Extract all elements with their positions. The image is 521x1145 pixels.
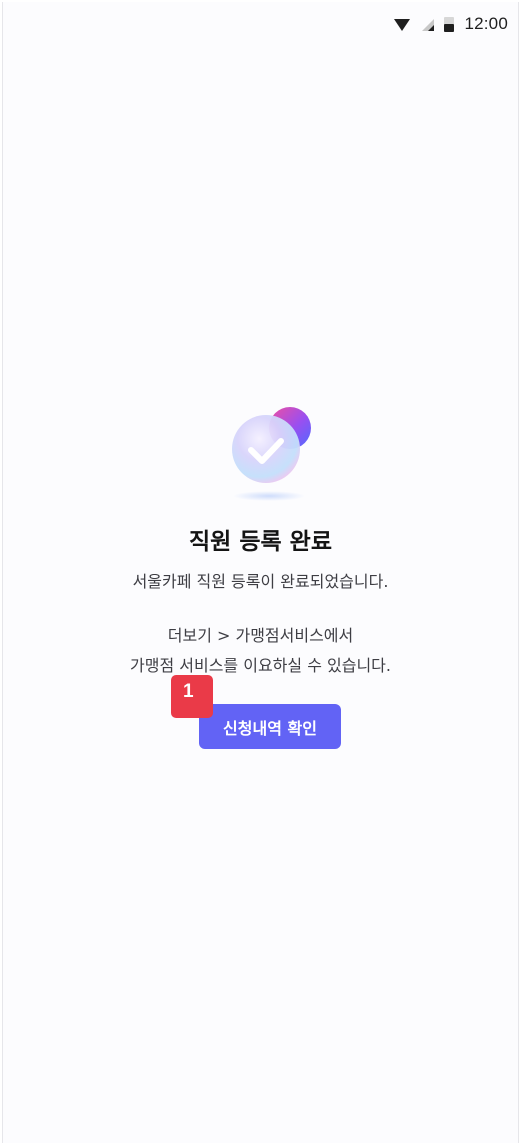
battery-icon: [444, 16, 455, 32]
signal-icon: [420, 17, 435, 31]
annotation-marker: 1: [171, 675, 213, 718]
wifi-icon: [394, 17, 411, 31]
guide-text-line-1: 더보기 > 가맹점서비스에서: [167, 626, 354, 645]
status-icons: 12:00: [394, 12, 508, 36]
check-circle-icon: [229, 406, 319, 506]
app-screen: 12:00 직원 등록 완료 서울카페 직원 등록이 완료되었습니다. 더보기 …: [2, 2, 519, 1143]
view-application-history-button[interactable]: 신청내역 확인: [199, 704, 341, 749]
guide-text-line-2: 가맹점 서비스를 이요하실 수 있습니다.: [130, 656, 391, 675]
page-title: 직원 등록 완료: [189, 529, 332, 555]
status-bar: 12:00: [3, 2, 518, 46]
completion-message: 서울카페 직원 등록이 완료되었습니다.: [132, 572, 389, 591]
status-time: 12:00: [464, 14, 508, 33]
